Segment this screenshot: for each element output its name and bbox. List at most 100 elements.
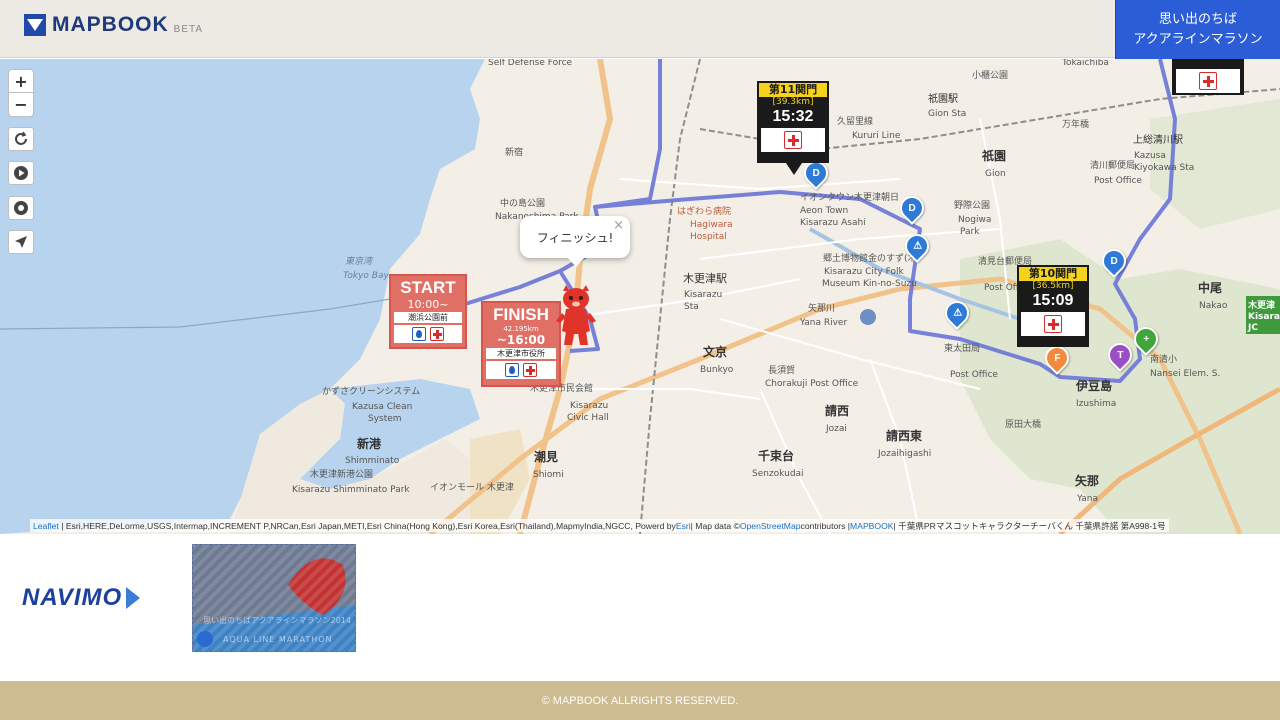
locate-button[interactable] [8, 230, 34, 254]
attribution-text: | 千葉県PRマスコットキャラクターチーバくん 千葉県許諾 第A998-1号 [893, 521, 1166, 531]
esri-link[interactable]: Esri [676, 521, 691, 531]
map-label: 上総清川駅 [1133, 135, 1183, 146]
map-label: Museum Kin-no-Suzu [822, 279, 917, 289]
map-label: 請西東 [886, 429, 923, 443]
leaflet-link[interactable]: Leaflet [33, 521, 59, 531]
first-aid-icon [430, 327, 444, 341]
marathon-banner[interactable]: 思い出のちばアクアラインマラソン2014 AQUA LINE MARATHON [192, 544, 356, 652]
map-view[interactable]: Self Defense Force 東京湾 Tokyo Bay 新宿 中の島公… [0, 59, 1280, 534]
mapbook-link[interactable]: MAPBOOK [850, 521, 893, 531]
gate-time: 15:09 [1032, 292, 1074, 309]
map-label: 小櫃公園 [972, 71, 1009, 81]
refresh-icon [15, 131, 27, 145]
water-station-icon [505, 363, 519, 377]
finish-distance: 42.195km [503, 325, 539, 333]
start-label: START [400, 278, 456, 297]
record-button[interactable] [8, 196, 34, 220]
map-label: Kisarazu Shimminato Park [292, 485, 410, 495]
map-label: Gion [985, 169, 1006, 179]
event-title-button[interactable]: 思い出のちば アクアラインマラソン [1115, 0, 1280, 60]
map-label: 清川郵便局 [1090, 161, 1136, 171]
map-label: 木更津 Kisarazu JC [1248, 301, 1280, 333]
map-label: イオンモール 木更津 [430, 483, 514, 493]
osm-link[interactable]: OpenStreetMap [740, 521, 801, 531]
map-label: Kisarazu [570, 401, 609, 411]
finish-popup: フィニッシュ! × [520, 216, 630, 267]
copyright-text: © MAPBOOK ALLRIGHTS RESERVED. [541, 694, 739, 707]
water-station-icon: D [908, 202, 916, 214]
locate-icon [15, 236, 27, 248]
map-label: 木更津駅 [683, 272, 727, 285]
map-label: 矢那 [1075, 474, 1100, 488]
play-button[interactable] [8, 161, 34, 185]
popup-close-button[interactable]: × [613, 218, 624, 233]
gate-name: 第11関門 [759, 83, 827, 97]
map-label: 中の島公園 [500, 199, 546, 209]
map-label: Kazusa Clean [352, 402, 413, 412]
map-label: Senzokudai [752, 469, 804, 479]
finish-marker[interactable]: FINISH 42.195km ~16:00 木更津市役所 [481, 301, 561, 387]
map-label: 原田大橋 [1005, 420, 1042, 430]
water-station-icon: D [1110, 255, 1118, 267]
brand-name: MAPBOOK [52, 13, 169, 36]
mapbook-logo[interactable]: MAPBOOK BETA [24, 12, 203, 38]
map-label: 木更津新港公園 [310, 470, 374, 480]
attribution-text: contributors | [800, 521, 851, 531]
map-label: Kiyokawa Sta [1134, 163, 1195, 173]
map-label: Hagiwara [690, 220, 733, 230]
map-label: Park [960, 227, 980, 237]
map-label: Gion Sta [928, 109, 967, 119]
cutoff-gate-11[interactable]: 第11関門 [39.3km] 15:32 [757, 81, 829, 163]
map-label: 請西 [825, 404, 850, 418]
popup-text: フィニッシュ! [536, 230, 614, 245]
map-label: Nansei Elem. S. [1150, 369, 1221, 379]
chevron-right-icon [126, 587, 141, 609]
page-footer: © MAPBOOK ALLRIGHTS RESERVED. [0, 681, 1280, 720]
start-marker[interactable]: START 10:00~ 潮浜公園前 [389, 274, 467, 349]
map-label: Kisarazu Asahi [800, 218, 866, 228]
gate-distance: [39.3km] [772, 97, 814, 107]
navimo-logo[interactable]: NAVIMO [22, 584, 141, 612]
water-station-icon [412, 327, 426, 341]
first-aid-icon [1044, 315, 1062, 333]
gate-time: 15:32 [772, 108, 814, 125]
finish-place: 木更津市役所 [486, 348, 556, 359]
map-label: 祇園駅 [928, 94, 958, 105]
map-label: はぎわら病院 [677, 207, 732, 217]
map-label: Kisarazu [684, 290, 723, 300]
attribution-text: | Map data © [690, 521, 740, 531]
map-label: Yana [1077, 494, 1098, 504]
pedestrian-icon: ⚠ [952, 307, 962, 319]
app-header: MAPBOOK BETA 思い出のちば アクアラインマラソン [0, 0, 1280, 60]
pedestrian-icon: ⚠ [912, 240, 922, 252]
map-label: 野際公園 [954, 201, 991, 211]
refresh-button[interactable] [8, 127, 34, 151]
toilet-icon: T [1116, 349, 1124, 361]
map-label: Post Office [1094, 176, 1142, 186]
first-aid-icon: + [1143, 333, 1149, 345]
banner-title: 思い出のちばアクアラインマラソン2014 [203, 616, 351, 625]
zoom-out-button[interactable]: − [8, 93, 34, 117]
map-label: かずさクリーンシステム [322, 387, 421, 397]
map-label: Sta [684, 302, 699, 312]
map-label: 中尾 [1198, 281, 1223, 295]
cutoff-gate-10[interactable]: 第10関門 [36.5km] 15:09 [1017, 265, 1089, 347]
map-label: Tokyo Bay [343, 271, 389, 281]
gate-distance: [36.5km] [1032, 281, 1074, 291]
map-label: 東太田局 [944, 344, 981, 354]
route-23-shield [860, 309, 876, 325]
map-label: Izushima [1076, 399, 1117, 409]
map-label: Shiomi [533, 470, 564, 480]
first-aid-icon [1199, 72, 1217, 90]
map-attribution: Leaflet | Esri,HERE,DeLorme,USGS,Interma… [30, 519, 1169, 532]
map-label: Chorakuji Post Office [765, 379, 859, 389]
map-label: 文京 [703, 345, 728, 359]
cutoff-gate-partial[interactable] [1172, 59, 1244, 95]
map-label: 千束台 [758, 449, 795, 463]
zoom-in-button[interactable]: + [8, 69, 34, 93]
chiba-kun-mascot-icon[interactable] [556, 285, 596, 347]
map-label: System [368, 414, 402, 424]
record-icon [14, 201, 28, 215]
map-label: 万年橋 [1062, 120, 1090, 130]
event-title-line1: 思い出のちば [1158, 12, 1237, 27]
